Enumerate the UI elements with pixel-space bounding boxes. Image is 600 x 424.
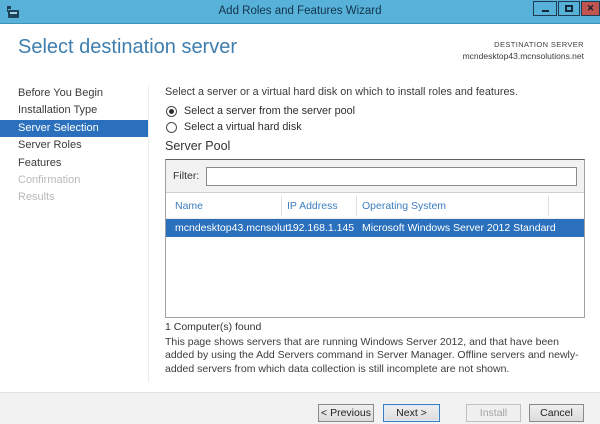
destination-server-block: DESTINATION SERVER mcndesktop43.mcnsolut… [463,40,584,61]
radio-label: Select a server from the server pool [184,105,355,117]
page-title: Select destination server [18,36,237,59]
next-button[interactable]: Next > [383,404,440,422]
intro-text: Select a server or a virtual hard disk o… [165,86,518,98]
install-button: Install [466,404,521,422]
sidebar-item-server-roles[interactable]: Server Roles [0,137,148,154]
column-divider [356,196,357,216]
server-pool-table: Filter: Name IP Address Operating System… [165,159,585,318]
radio-select-server-pool[interactable]: Select a server from the server pool [166,105,355,117]
table-header-row: Name IP Address Operating System [166,193,584,219]
server-pool-heading: Server Pool [165,139,230,153]
column-header-name[interactable]: Name [175,200,203,212]
sidebar-item-features[interactable]: Features [0,155,148,172]
close-icon: ✕ [587,4,595,13]
wizard-steps-nav: Before You Begin Installation Type Serve… [0,85,148,207]
destination-server-value: mcndesktop43.mcnsolutions.net [463,51,584,61]
computers-found-text: 1 Computer(s) found [165,321,261,333]
filter-input[interactable] [206,167,577,186]
wizard-window: Add Roles and Features Wizard ✕ Select d… [0,0,600,424]
minimize-button[interactable] [533,1,557,16]
sidebar-item-installation-type[interactable]: Installation Type [0,102,148,119]
column-divider [548,196,549,216]
sidebar-divider [148,85,149,382]
sidebar-item-before-you-begin[interactable]: Before You Begin [0,85,148,102]
table-row[interactable]: mcndesktop43.mcnsolut... 192.168.1.145 M… [166,219,584,237]
cell-operating-system: Microsoft Windows Server 2012 Standard [362,222,556,234]
minimize-icon [542,10,549,12]
sidebar-item-results: Results [0,189,148,206]
cell-ip-address: 192.168.1.145 [287,222,354,234]
cancel-button[interactable]: Cancel [529,404,584,422]
window-controls: ✕ [533,1,600,16]
cell-server-name: mcndesktop43.mcnsolut... [175,222,297,234]
filter-label: Filter: [173,170,199,182]
titlebar: Add Roles and Features Wizard ✕ [0,0,600,24]
button-bar: < Previous Next > Install Cancel [0,392,600,424]
radio-selected-icon [166,106,177,117]
previous-button[interactable]: < Previous [318,404,374,422]
maximize-button[interactable] [558,1,580,16]
radio-unselected-icon [166,122,177,133]
sidebar-item-confirmation: Confirmation [0,172,148,189]
close-button[interactable]: ✕ [581,1,600,16]
destination-server-label: DESTINATION SERVER [463,40,584,49]
column-header-ip-address[interactable]: IP Address [287,200,338,212]
column-divider [281,196,282,216]
maximize-icon [565,5,573,12]
filter-row: Filter: [166,160,584,193]
sidebar-item-server-selection[interactable]: Server Selection [0,120,148,137]
page-description: This page shows servers that are running… [165,336,584,376]
radio-label: Select a virtual hard disk [184,121,302,133]
radio-select-vhd[interactable]: Select a virtual hard disk [166,121,302,133]
column-header-operating-system[interactable]: Operating System [362,200,446,212]
window-title: Add Roles and Features Wizard [0,0,600,24]
